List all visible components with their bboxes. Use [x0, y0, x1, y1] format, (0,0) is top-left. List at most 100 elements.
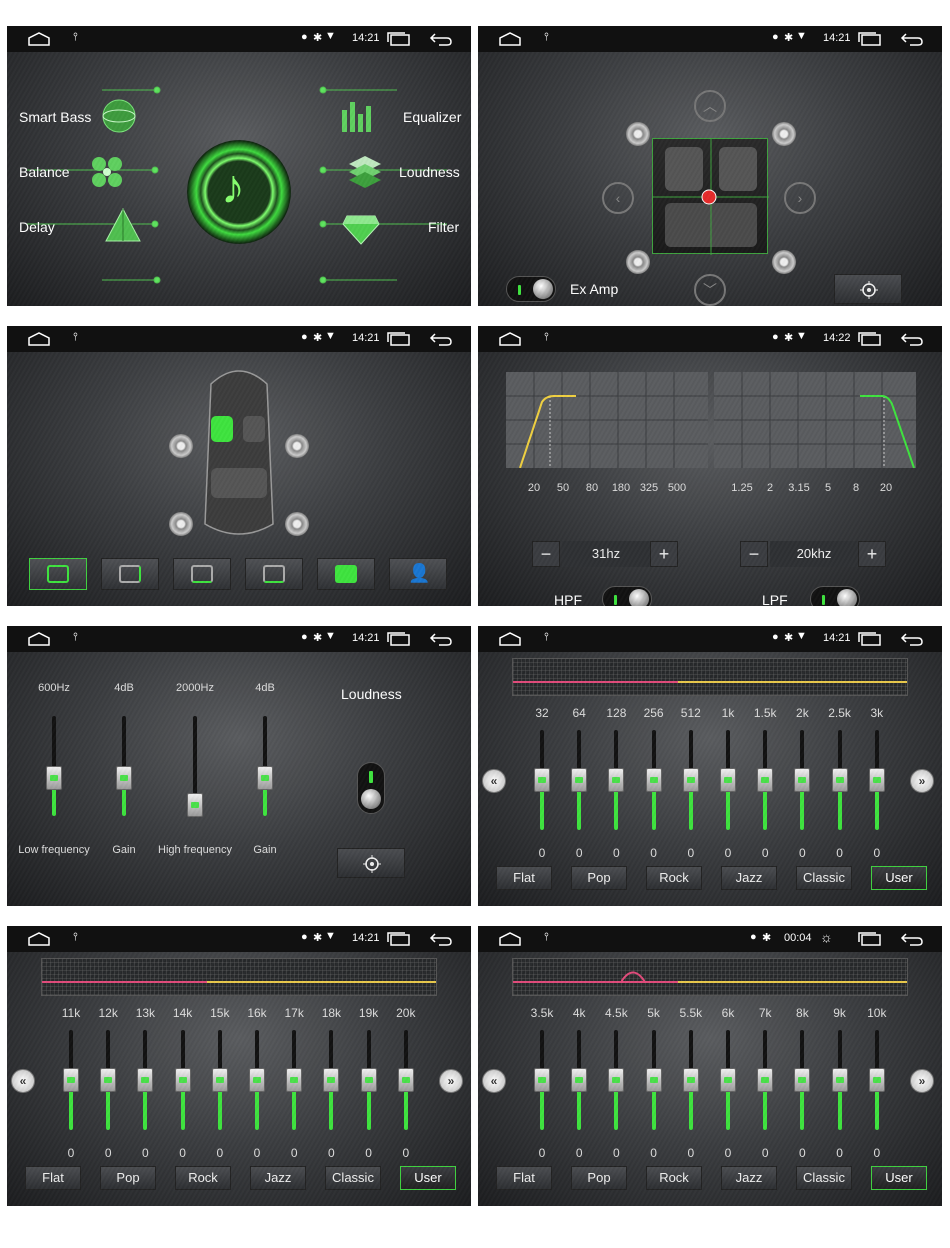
recent-apps-icon[interactable]	[387, 632, 411, 646]
balance-left-button[interactable]: ‹	[602, 182, 634, 214]
eq-next-page-button[interactable]: »	[439, 1069, 463, 1093]
seat-mode-rear-right-button[interactable]	[245, 558, 303, 590]
recent-apps-icon[interactable]	[858, 932, 882, 946]
back-icon[interactable]	[900, 632, 924, 646]
eq-slider-knob[interactable]	[831, 1068, 848, 1092]
recent-apps-icon[interactable]	[387, 332, 411, 346]
seat-mode-front-right-button[interactable]	[101, 558, 159, 590]
balance-right-button[interactable]: ›	[784, 182, 816, 214]
loudness-slider-knob[interactable]	[257, 766, 273, 790]
eq-slider-knob[interactable]	[608, 768, 625, 792]
home-icon[interactable]	[27, 932, 51, 946]
eq-slider-knob[interactable]	[211, 1068, 228, 1092]
eq-preset-user-button[interactable]: User	[871, 1166, 927, 1190]
eq-slider-knob[interactable]	[757, 1068, 774, 1092]
eq-slider-knob[interactable]	[397, 1068, 414, 1092]
eq-slider-knob[interactable]	[534, 1068, 550, 1092]
home-icon[interactable]	[27, 632, 51, 646]
eq-slider-knob[interactable]	[100, 1068, 117, 1092]
loudness-toggle[interactable]	[357, 762, 385, 814]
eq-slider-knob[interactable]	[323, 1068, 340, 1092]
eq-slider-knob[interactable]	[720, 1068, 736, 1092]
recent-apps-icon[interactable]	[387, 32, 411, 46]
eq-preset-classic-button[interactable]: Classic	[796, 1166, 852, 1190]
eq-preset-classic-button[interactable]: Classic	[325, 1166, 381, 1190]
eq-preset-pop-button[interactable]: Pop	[571, 1166, 627, 1190]
ex-amp-toggle[interactable]	[506, 276, 556, 302]
eq-slider-knob[interactable]	[757, 768, 774, 792]
eq-slider-knob[interactable]	[137, 1068, 154, 1092]
eq-preset-flat-button[interactable]: Flat	[496, 866, 552, 890]
back-icon[interactable]	[429, 32, 453, 46]
eq-slider-knob[interactable]	[682, 1068, 699, 1092]
eq-preset-user-button[interactable]: User	[400, 1166, 456, 1190]
eq-slider-knob[interactable]	[794, 768, 811, 792]
balance-down-button[interactable]: ﹀	[694, 274, 726, 306]
recent-apps-icon[interactable]	[387, 932, 411, 946]
eq-preset-rock-button[interactable]: Rock	[646, 1166, 702, 1190]
back-icon[interactable]	[429, 932, 453, 946]
eq-slider-knob[interactable]	[571, 1068, 588, 1092]
hpf-plus-button[interactable]: +	[650, 541, 678, 567]
center-balance-button[interactable]	[834, 274, 902, 304]
eq-preset-user-button[interactable]: User	[871, 866, 927, 890]
eq-slider-knob[interactable]	[645, 1068, 662, 1092]
eq-preset-pop-button[interactable]: Pop	[571, 866, 627, 890]
lpf-plus-button[interactable]: +	[858, 541, 886, 567]
seat-grid[interactable]	[652, 138, 769, 255]
home-icon[interactable]	[498, 332, 522, 346]
home-icon[interactable]	[27, 332, 51, 346]
eq-preset-rock-button[interactable]: Rock	[175, 1166, 231, 1190]
eq-next-page-button[interactable]: »	[910, 769, 934, 793]
balance-up-button[interactable]: ︿	[694, 90, 726, 122]
hpf-toggle[interactable]	[602, 586, 652, 606]
eq-slider-knob[interactable]	[286, 1068, 303, 1092]
home-icon[interactable]	[498, 632, 522, 646]
eq-prev-page-button[interactable]: «	[11, 1069, 35, 1093]
back-icon[interactable]	[429, 632, 453, 646]
home-icon[interactable]	[27, 32, 51, 46]
brightness-icon[interactable]: ☼	[820, 929, 833, 945]
eq-preset-jazz-button[interactable]: Jazz	[250, 1166, 306, 1190]
eq-prev-page-button[interactable]: «	[482, 1069, 506, 1093]
home-icon[interactable]	[498, 32, 522, 46]
eq-slider-knob[interactable]	[608, 1068, 625, 1092]
eq-slider-knob[interactable]	[571, 768, 588, 792]
eq-slider-knob[interactable]	[174, 1068, 191, 1092]
eq-slider-knob[interactable]	[360, 1068, 377, 1092]
eq-slider-knob[interactable]	[868, 768, 885, 792]
back-icon[interactable]	[900, 32, 924, 46]
seat-mode-front-left-button[interactable]	[29, 558, 87, 590]
lpf-toggle[interactable]	[810, 586, 860, 606]
eq-preset-jazz-button[interactable]: Jazz	[721, 866, 777, 890]
seat-mode-rear-left-button[interactable]	[173, 558, 231, 590]
loudness-slider-knob[interactable]	[187, 793, 203, 817]
seat-mode-all-button[interactable]	[317, 558, 375, 590]
recent-apps-icon[interactable]	[858, 332, 882, 346]
loudness-reset-button[interactable]	[337, 848, 405, 878]
loudness-slider-knob[interactable]	[116, 766, 132, 790]
back-icon[interactable]	[429, 332, 453, 346]
eq-slider-knob[interactable]	[534, 768, 550, 792]
eq-next-page-button[interactable]: »	[910, 1069, 934, 1093]
eq-slider-knob[interactable]	[831, 768, 848, 792]
eq-slider-knob[interactable]	[645, 768, 662, 792]
eq-preset-classic-button[interactable]: Classic	[796, 866, 852, 890]
eq-preset-rock-button[interactable]: Rock	[646, 866, 702, 890]
eq-slider-knob[interactable]	[868, 1068, 885, 1092]
eq-preset-pop-button[interactable]: Pop	[100, 1166, 156, 1190]
eq-slider-knob[interactable]	[63, 1068, 79, 1092]
music-center-icon[interactable]: ♪	[187, 140, 291, 244]
eq-slider-knob[interactable]	[249, 1068, 265, 1092]
home-icon[interactable]	[498, 932, 522, 946]
eq-prev-page-button[interactable]: «	[482, 769, 506, 793]
hpf-minus-button[interactable]: −	[532, 541, 560, 567]
back-icon[interactable]	[900, 932, 924, 946]
back-icon[interactable]	[900, 332, 924, 346]
lpf-minus-button[interactable]: −	[740, 541, 768, 567]
loudness-slider-knob[interactable]	[46, 766, 62, 790]
eq-slider-knob[interactable]	[682, 768, 699, 792]
recent-apps-icon[interactable]	[858, 632, 882, 646]
eq-preset-flat-button[interactable]: Flat	[25, 1166, 81, 1190]
eq-slider-knob[interactable]	[794, 1068, 811, 1092]
